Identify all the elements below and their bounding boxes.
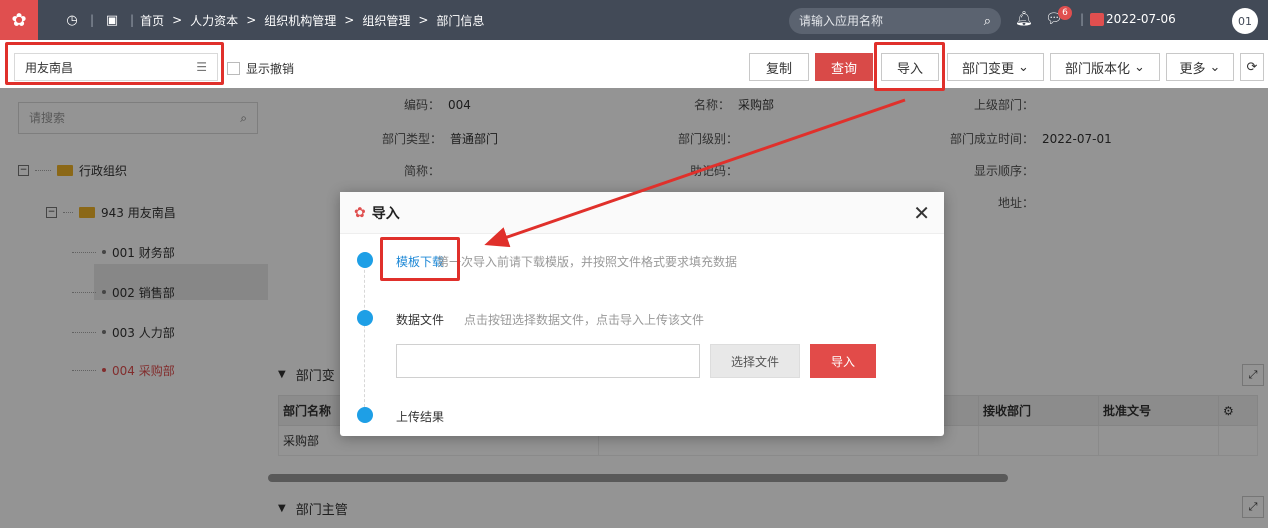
bell-icon[interactable]: 🔔︎ xyxy=(1015,11,1033,27)
step2-description: 点击按钮选择数据文件，点击导入上传该文件 xyxy=(464,313,705,327)
breadcrumb-org-mgmt[interactable]: 组织机构管理 xyxy=(264,12,336,29)
step-dot-icon xyxy=(357,252,373,268)
app-logo-icon: ✿ xyxy=(354,204,366,221)
divider: | xyxy=(130,13,135,27)
chevron-right-icon: > xyxy=(172,13,183,27)
breadcrumb-dept-info: 部门信息 xyxy=(436,13,485,28)
data-file-label: 数据文件 xyxy=(396,313,445,327)
chevron-down-icon: ⌄ xyxy=(1134,59,1145,75)
step-dot-icon xyxy=(357,407,373,423)
breadcrumb-hr[interactable]: 人力资本 xyxy=(190,12,238,29)
app-logo-icon[interactable]: ✿ xyxy=(0,0,38,40)
choose-file-button[interactable]: 选择文件 xyxy=(710,344,800,378)
annotation-box-import xyxy=(874,42,945,91)
dept-change-dropdown[interactable]: 部门变更 ⌄ xyxy=(947,53,1044,81)
checkbox-box[interactable] xyxy=(227,62,240,75)
step1-description: 第一次导入前请下载模版，并按照文件格式要求填充数据 xyxy=(437,255,738,269)
top-nav: ✿ ◷ | ▣ | 首页 > 人力资本 > 组织机构管理 > 组织管理 > 部门… xyxy=(0,0,1268,40)
show-revoked-label: 显示撤销 xyxy=(246,62,295,76)
date-display[interactable]: | 2022-07-06 xyxy=(1080,12,1176,26)
calendar-icon xyxy=(1090,12,1105,26)
divider: | xyxy=(1080,12,1085,26)
dialog-header: ✿ 导入 ✕ xyxy=(340,192,944,234)
divider: | xyxy=(90,13,95,27)
step-timeline xyxy=(364,260,366,412)
chevron-right-icon: > xyxy=(246,13,257,27)
annotation-box-template xyxy=(380,237,460,281)
dept-change-label: 部门变更 xyxy=(962,61,1015,77)
copy-button[interactable]: 复制 xyxy=(749,53,809,81)
app-search[interactable]: ⌕ xyxy=(789,8,1001,34)
app-search-input[interactable] xyxy=(799,14,969,28)
current-date: 2022-07-06 xyxy=(1106,12,1176,26)
import-dialog: ✿ 导入 ✕ 模板下载 第一次导入前请下载模版，并按照文件格式要求填充数据 数据… xyxy=(340,192,944,436)
step-dot-icon xyxy=(357,310,373,326)
breadcrumb-org[interactable]: 组织管理 xyxy=(362,12,410,29)
avatar[interactable]: 01 xyxy=(1232,8,1258,34)
dept-version-dropdown[interactable]: 部门版本化 ⌄ xyxy=(1050,53,1160,81)
menu-doc-icon[interactable]: ▣ xyxy=(100,8,124,32)
query-button[interactable]: 查询 xyxy=(815,53,873,81)
chevron-down-icon: ⌄ xyxy=(1209,59,1221,75)
chevron-down-icon: ⌄ xyxy=(1018,59,1029,75)
dialog-import-button[interactable]: 导入 xyxy=(810,344,876,378)
chevron-right-icon: > xyxy=(418,13,429,27)
search-icon[interactable]: ⌕ xyxy=(984,14,991,29)
more-label: 更多 xyxy=(1179,61,1206,77)
annotation-box-org xyxy=(5,42,224,85)
refresh-icon[interactable]: ⟳ xyxy=(1240,53,1264,81)
chevron-right-icon: > xyxy=(344,13,355,27)
dept-version-label: 部门版本化 xyxy=(1065,61,1131,77)
file-path-field[interactable] xyxy=(396,344,700,378)
breadcrumb-home[interactable]: 首页 xyxy=(140,12,164,29)
clock-icon[interactable]: ◷ xyxy=(60,8,84,32)
upload-result-label: 上传结果 xyxy=(396,410,445,424)
more-dropdown[interactable]: 更多 ⌄ xyxy=(1166,53,1234,81)
dialog-title: 导入 xyxy=(371,205,400,222)
show-revoked-checkbox[interactable]: 显示撤销 xyxy=(227,60,294,77)
notification-badge: 6 xyxy=(1058,6,1072,20)
close-icon[interactable]: ✕ xyxy=(913,201,930,225)
